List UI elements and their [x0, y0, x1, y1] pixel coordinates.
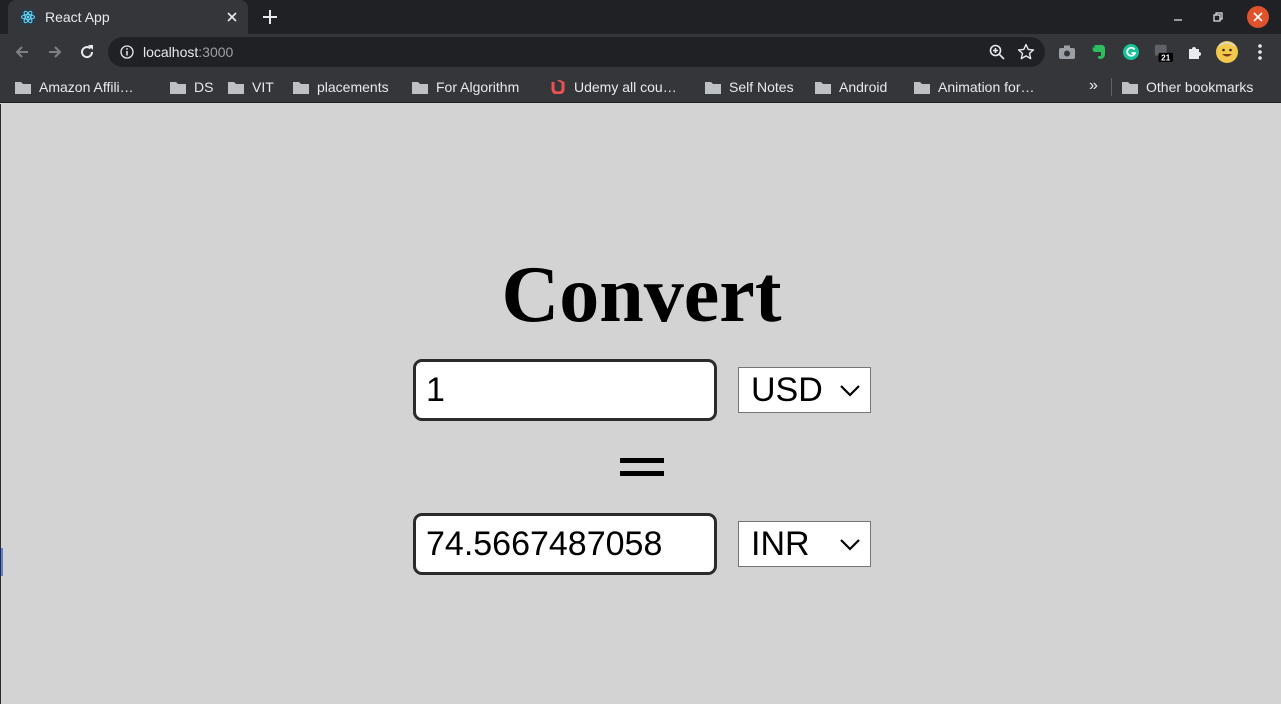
plus-icon [263, 10, 277, 24]
bookmark-label: Self Notes [729, 79, 794, 95]
to-currency-select[interactable]: INR [738, 521, 871, 567]
browser-tab[interactable]: React App [8, 0, 248, 34]
minimize-button[interactable] [1167, 6, 1189, 28]
close-icon [1253, 12, 1263, 22]
to-currency-value: INR [751, 524, 810, 563]
bookmark-label: VIT [252, 79, 274, 95]
chevron-down-icon [838, 382, 862, 398]
bookmark-item[interactable]: Udemy all cou… [550, 76, 677, 98]
back-button[interactable] [10, 40, 34, 64]
bookmark-label: DS [194, 79, 214, 95]
edge-marker [1, 548, 3, 576]
bookmark-item[interactable]: Amazon Affili… [15, 76, 134, 98]
address-bar[interactable]: localhost:3000 [108, 37, 1045, 67]
url-text: localhost:3000 [143, 44, 233, 60]
folder-icon [412, 80, 428, 94]
bookmark-label: For Algorithm [436, 79, 520, 95]
bookmark-label: Udemy all cou… [574, 79, 677, 95]
zoom-icon[interactable] [989, 44, 1005, 60]
bookmark-item[interactable]: DS [170, 76, 213, 98]
to-amount-input[interactable] [413, 513, 717, 575]
chevron-down-icon [838, 536, 862, 552]
equals-bar-top [620, 458, 664, 463]
bookmark-item[interactable]: Android [815, 76, 887, 98]
page-content: Convert USD INR [0, 104, 1281, 704]
puzzle-icon[interactable] [1185, 42, 1205, 62]
bookmark-item[interactable]: VIT [228, 76, 274, 98]
tab-title: React App [45, 9, 110, 25]
browser-toolbar: localhost:3000 21 [0, 34, 1281, 70]
folder-icon [293, 80, 309, 94]
tab-close-icon[interactable] [224, 9, 240, 25]
folder-icon [170, 80, 186, 94]
evernote-icon[interactable] [1089, 42, 1109, 62]
udemy-icon [550, 80, 566, 94]
other-bookmarks-label: Other bookmarks [1146, 79, 1254, 95]
reload-icon [81, 45, 94, 59]
camera-icon[interactable] [1057, 42, 1077, 62]
other-bookmarks[interactable]: Other bookmarks [1122, 76, 1253, 98]
page-title: Convert [501, 251, 782, 339]
url-port: :3000 [198, 44, 234, 60]
new-tab-button[interactable] [258, 5, 282, 29]
folder-icon [705, 80, 721, 94]
grammarly-icon[interactable] [1121, 42, 1141, 62]
forward-button[interactable] [43, 40, 67, 64]
folder-icon [914, 80, 930, 94]
close-window-button[interactable] [1247, 6, 1269, 28]
from-currency-select[interactable]: USD [738, 367, 871, 413]
bookmark-item[interactable]: placements [293, 76, 389, 98]
bookmark-star-icon[interactable] [1017, 43, 1035, 61]
bookmark-item[interactable]: Self Notes [705, 76, 794, 98]
bookmarks-bar: Amazon Affili… DS VIT placements For Alg… [0, 70, 1281, 103]
more-bookmarks-chevron-icon[interactable]: » [1089, 77, 1098, 95]
from-currency-value: USD [751, 370, 823, 409]
bookmark-label: Amazon Affili… [39, 79, 134, 95]
equals-bar-bottom [620, 471, 664, 476]
counter-extension-icon[interactable]: 21 [1153, 42, 1173, 63]
bookmark-label: placements [317, 79, 389, 95]
arrow-right-icon [49, 46, 62, 58]
bookmarks-divider [1111, 78, 1112, 96]
reload-button[interactable] [75, 40, 99, 64]
bookmark-label: Android [839, 79, 888, 95]
arrow-left-icon [15, 46, 28, 58]
bookmark-label: Animation for… [938, 79, 1035, 95]
folder-icon [15, 80, 31, 94]
restore-icon [1213, 12, 1223, 22]
equals-sign [620, 458, 664, 476]
folder-icon [815, 80, 831, 94]
browser-titlebar: React App [0, 0, 1281, 34]
profile-avatar[interactable] [1215, 40, 1239, 64]
folder-icon [228, 80, 244, 94]
folder-icon [1122, 80, 1138, 94]
bookmark-item[interactable]: For Algorithm [412, 76, 519, 98]
bookmark-item[interactable]: Animation for… [914, 76, 1034, 98]
maximize-button[interactable] [1207, 6, 1229, 28]
url-host: localhost [143, 44, 199, 60]
extension-badge-count: 21 [1161, 54, 1171, 63]
info-icon[interactable] [119, 44, 135, 60]
from-amount-input[interactable] [413, 359, 717, 421]
minimize-icon [1174, 19, 1182, 21]
menu-dots-icon[interactable] [1250, 42, 1270, 62]
react-logo-icon [20, 9, 36, 25]
